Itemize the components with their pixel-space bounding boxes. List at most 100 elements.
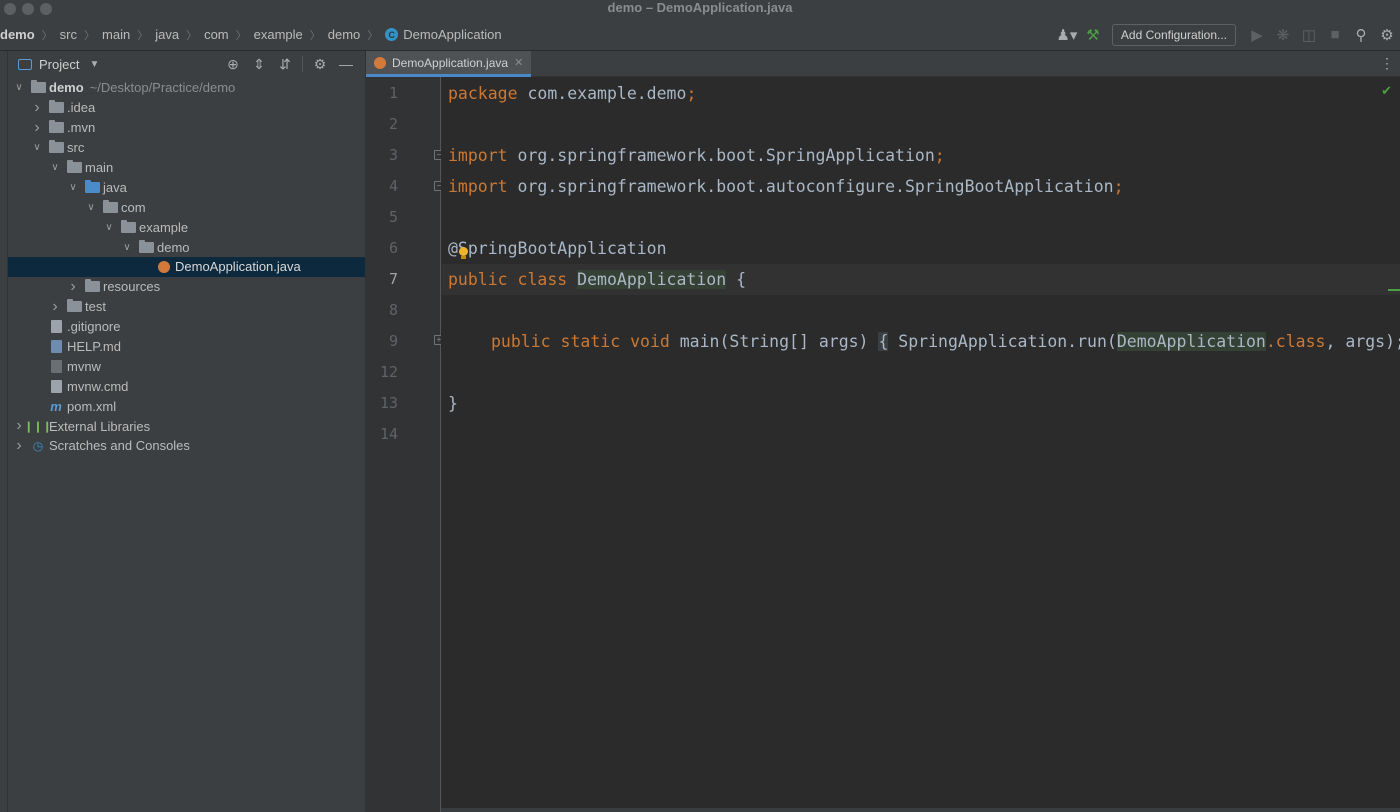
tree-item-label: test bbox=[85, 299, 106, 315]
inspection-ok-icon[interactable]: ✔ bbox=[1381, 83, 1392, 99]
expand-all-icon[interactable]: ⇕ bbox=[248, 53, 270, 75]
code-line-1: package com.example.demo; bbox=[448, 78, 696, 109]
add-configuration-button[interactable]: Add Configuration... bbox=[1111, 23, 1236, 46]
chevron-right-icon: 〉 bbox=[84, 29, 96, 42]
breadcrumb-item[interactable]: example bbox=[254, 27, 303, 42]
code-text: SpringApplication.run( bbox=[888, 332, 1117, 351]
lightbulb-icon[interactable] bbox=[458, 247, 469, 260]
folder-icon bbox=[48, 140, 64, 154]
chevron-down-icon[interactable]: ∨ bbox=[66, 182, 80, 193]
code-line-3: import org.springframework.boot.SpringAp… bbox=[448, 140, 945, 171]
chevron-down-icon[interactable]: ∨ bbox=[48, 162, 62, 173]
code-text: , args); } bbox=[1325, 332, 1400, 351]
folder-icon bbox=[120, 219, 136, 234]
tree-item[interactable]: ›mvnw bbox=[8, 356, 365, 376]
class-icon: C bbox=[385, 28, 399, 41]
breadcrumb-item[interactable]: java bbox=[155, 27, 179, 42]
project-panel: Project ▼ ⊕ ⇕ ⇵ ⚙ — ∨ demo ~/Desktop/Pract… bbox=[8, 51, 366, 812]
chevron-down-icon[interactable]: ∨ bbox=[120, 242, 134, 253]
tree-item[interactable]: ∨ com bbox=[8, 197, 365, 217]
collapse-all-icon[interactable]: ⇵ bbox=[274, 53, 296, 75]
more-vertical-icon[interactable]: ⋮ bbox=[1380, 55, 1394, 72]
tree-item[interactable]: ›mvnw.cmd bbox=[8, 376, 365, 396]
tree-item-label: example bbox=[139, 219, 189, 235]
tree-item[interactable]: ›.gitignore bbox=[8, 317, 365, 337]
locate-file-icon[interactable]: ⊕ bbox=[222, 53, 244, 75]
tree-item[interactable]: › test bbox=[8, 297, 365, 317]
chevron-right-icon[interactable]: › bbox=[12, 437, 26, 455]
tree-item[interactable]: ∨ java bbox=[8, 177, 365, 197]
chevron-right-icon[interactable]: › bbox=[48, 298, 62, 316]
tree-item[interactable]: › .mvn bbox=[8, 118, 365, 138]
tree-item[interactable]: ∨ src bbox=[8, 138, 365, 158]
scrollbar-marker[interactable] bbox=[1388, 289, 1400, 291]
editor-gutter: 1 2 3 4 5 6 7 8 9 12 13 14 − − + bbox=[366, 77, 444, 812]
markdown-file-icon bbox=[48, 340, 64, 354]
keyword: .class bbox=[1265, 332, 1326, 351]
breadcrumb-item[interactable]: com bbox=[204, 27, 229, 42]
breadcrumb-item[interactable]: demo bbox=[0, 27, 35, 42]
folder-icon bbox=[66, 160, 82, 174]
folder-icon bbox=[102, 199, 118, 214]
tree-item[interactable]: ∨ example bbox=[8, 217, 365, 237]
tree-item[interactable]: › ◷ Scratches and Consoles bbox=[8, 436, 365, 456]
code-editor[interactable]: package com.example.demo; import org.spr… bbox=[441, 77, 1400, 812]
keyword: import bbox=[448, 177, 508, 196]
keyword: public static void bbox=[491, 332, 670, 351]
project-icon bbox=[18, 58, 32, 70]
chevron-right-icon[interactable]: › bbox=[66, 278, 80, 296]
line-number: 3 bbox=[388, 146, 398, 164]
folded-brace[interactable]: { bbox=[878, 332, 889, 351]
line-number: 6 bbox=[388, 239, 398, 257]
tree-item[interactable]: › resources bbox=[8, 277, 365, 297]
tree-item[interactable]: ›DemoApplication.java bbox=[8, 257, 365, 277]
settings-icon[interactable]: ⚙ bbox=[1376, 24, 1398, 46]
project-view-selector[interactable]: Project bbox=[39, 57, 79, 72]
breadcrumb-item[interactable]: DemoApplication bbox=[403, 27, 501, 42]
chevron-down-icon[interactable]: ∨ bbox=[12, 82, 26, 93]
hide-panel-icon[interactable]: — bbox=[335, 53, 357, 75]
tab-demo-application[interactable]: DemoApplication.java ✕ bbox=[366, 51, 532, 77]
coverage-icon[interactable]: ◫ bbox=[1298, 24, 1320, 46]
chevron-right-icon: 〉 bbox=[309, 29, 321, 42]
horizontal-scrollbar[interactable] bbox=[441, 808, 1400, 812]
close-icon[interactable]: ✕ bbox=[514, 56, 523, 69]
tree-item[interactable]: › .idea bbox=[8, 98, 365, 118]
breadcrumb-item[interactable]: src bbox=[60, 27, 77, 42]
tab-label: DemoApplication.java bbox=[392, 55, 509, 70]
tree-item[interactable]: ›mpom.xml bbox=[8, 396, 365, 416]
code-text: com.example.demo bbox=[517, 84, 687, 103]
tree-item-label: java bbox=[103, 179, 127, 195]
code-line-7: public class DemoApplication { bbox=[448, 264, 746, 295]
tree-item[interactable]: ›HELP.md bbox=[8, 337, 365, 357]
tree-item[interactable]: ∨ demo bbox=[8, 237, 365, 257]
breadcrumb-item[interactable]: demo bbox=[328, 27, 361, 42]
breadcrumb-item[interactable]: main bbox=[102, 27, 130, 42]
build-hammer-icon[interactable]: ⚒ bbox=[1082, 24, 1104, 46]
code-text: { bbox=[726, 270, 747, 289]
debug-icon[interactable]: ❋ bbox=[1272, 24, 1294, 46]
chevron-down-icon[interactable]: ∨ bbox=[30, 142, 44, 153]
tree-item-label: main bbox=[85, 160, 114, 175]
line-number: 2 bbox=[388, 115, 398, 133]
chevron-right-icon[interactable]: › bbox=[30, 119, 44, 137]
chevron-right-icon[interactable]: › bbox=[30, 99, 44, 117]
maven-icon: m bbox=[50, 398, 62, 414]
tree-item[interactable]: ∨ demo ~/Desktop/Practice/demo bbox=[8, 78, 365, 98]
chevron-right-icon: 〉 bbox=[41, 29, 53, 42]
folder-icon bbox=[84, 279, 100, 293]
chevron-down-icon[interactable]: ▼ bbox=[89, 59, 99, 70]
user-icon[interactable]: ♟▾ bbox=[1056, 24, 1078, 46]
code-line-4: import org.springframework.boot.autoconf… bbox=[448, 171, 1124, 202]
project-path: ~/Desktop/Practice/demo bbox=[89, 80, 236, 96]
main-toolbar: ♟▾ ⚒ Add Configuration... ▶ ❋ ◫ ■ ⚲ ⚙ bbox=[1054, 18, 1400, 51]
tree-item[interactable]: ∨ main bbox=[8, 158, 365, 178]
search-icon[interactable]: ⚲ bbox=[1350, 24, 1372, 46]
gear-icon[interactable]: ⚙ bbox=[309, 53, 331, 75]
tree-item-label: DemoApplication.java bbox=[175, 259, 301, 275]
chevron-down-icon[interactable]: ∨ bbox=[102, 222, 116, 233]
chevron-down-icon[interactable]: ∨ bbox=[84, 202, 98, 213]
tree-item[interactable]: › ❙❙❙ External Libraries bbox=[8, 416, 365, 436]
stop-icon[interactable]: ■ bbox=[1324, 24, 1346, 46]
run-icon[interactable]: ▶ bbox=[1246, 24, 1268, 46]
